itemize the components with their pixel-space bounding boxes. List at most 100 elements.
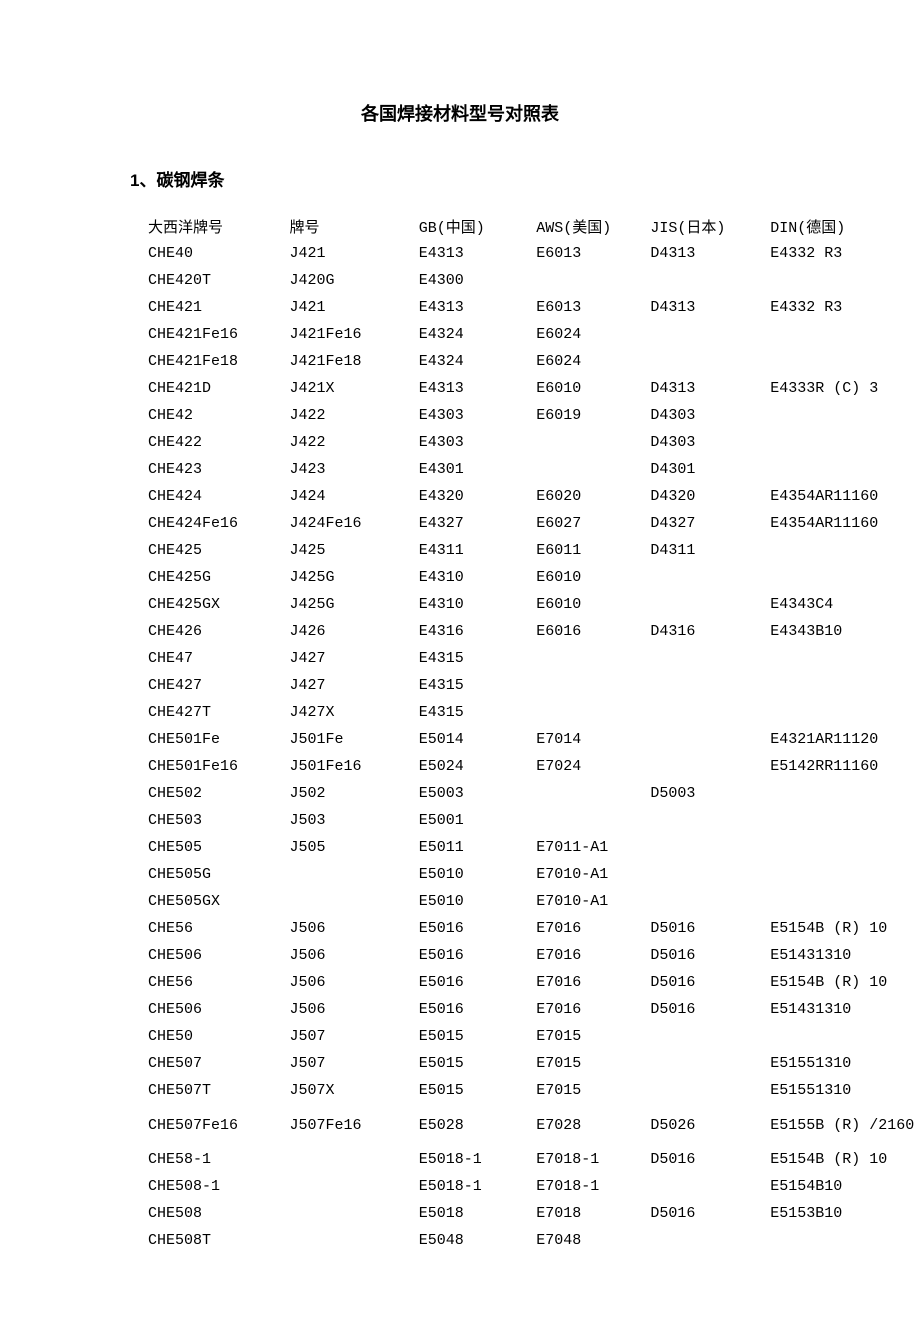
- table-cell: E5154B (R) 10: [770, 1146, 920, 1173]
- table-cell: [650, 753, 770, 780]
- table-cell: [536, 699, 650, 726]
- table-cell: [290, 861, 419, 888]
- table-cell: J421Fe16: [290, 321, 419, 348]
- table-row: CHE505GE5010E7010-A1: [148, 861, 920, 888]
- table-header-row: 大西洋牌号牌号GB(中国)AWS(美国)JIS(日本)DIN(德国): [148, 213, 920, 240]
- table-cell: E7048: [536, 1227, 650, 1254]
- table-cell: [650, 861, 770, 888]
- table-cell: [536, 672, 650, 699]
- table-cell: E4313: [419, 294, 537, 321]
- table-cell: J427: [290, 645, 419, 672]
- table-cell: D4320: [650, 483, 770, 510]
- table-cell: CHE425: [148, 537, 290, 564]
- table-cell: CHE426: [148, 618, 290, 645]
- table-cell: J420G: [290, 267, 419, 294]
- table-cell: E5015: [419, 1050, 537, 1077]
- table-cell: CHE506: [148, 996, 290, 1023]
- table-cell: CHE421Fe16: [148, 321, 290, 348]
- table-cell: [650, 726, 770, 753]
- table-cell: D5016: [650, 996, 770, 1023]
- table-cell: E4332 R3: [770, 240, 920, 267]
- table-cell: [650, 564, 770, 591]
- table-cell: E51551310: [770, 1077, 920, 1104]
- table-cell: [536, 807, 650, 834]
- table-row: CHE507TJ507XE5015E7015E51551310: [148, 1077, 920, 1104]
- table-cell: E5010: [419, 861, 537, 888]
- table-cell: D5016: [650, 942, 770, 969]
- table-cell: E6019: [536, 402, 650, 429]
- table-cell: CHE501Fe: [148, 726, 290, 753]
- table-row: CHE505J505E5011E7011-A1: [148, 834, 920, 861]
- table-cell: E4343C4: [770, 591, 920, 618]
- table-cell: CHE508T: [148, 1227, 290, 1254]
- table-cell: J422: [290, 429, 419, 456]
- table-cell: [770, 321, 920, 348]
- table-cell: [770, 1023, 920, 1050]
- table-cell: [770, 807, 920, 834]
- table-cell: J501Fe: [290, 726, 419, 753]
- table-cell: E5011: [419, 834, 537, 861]
- table-cell: E7016: [536, 942, 650, 969]
- table-cell: CHE503: [148, 807, 290, 834]
- table-cell: [770, 780, 920, 807]
- table-cell: E5015: [419, 1023, 537, 1050]
- table-row: CHE47J427E4315: [148, 645, 920, 672]
- table-cell: J506: [290, 915, 419, 942]
- table-cell: CHE505GX: [148, 888, 290, 915]
- table-cell: J421: [290, 240, 419, 267]
- table-cell: E7018-1: [536, 1173, 650, 1200]
- table-row: CHE421Fe18J421Fe18E4324E6024: [148, 348, 920, 375]
- table-cell: E5014: [419, 726, 537, 753]
- table-cell: J501Fe16: [290, 753, 419, 780]
- table-cell: [536, 645, 650, 672]
- table-cell: CHE56: [148, 915, 290, 942]
- table-cell: E7016: [536, 969, 650, 996]
- table-cell: E5154B (R) 10: [770, 969, 920, 996]
- table-cell: E4333R (C) 3: [770, 375, 920, 402]
- table-row: CHE503J503E5001: [148, 807, 920, 834]
- table-cell: CHE501Fe16: [148, 753, 290, 780]
- table-cell: [650, 1023, 770, 1050]
- table-header-cell: DIN(德国): [770, 213, 920, 240]
- table-cell: E4315: [419, 672, 537, 699]
- table-cell: CHE420T: [148, 267, 290, 294]
- table-cell: D4316: [650, 618, 770, 645]
- table-row: CHE506J506E5016E7016D5016E51431310: [148, 996, 920, 1023]
- table-cell: D4313: [650, 294, 770, 321]
- table-cell: [770, 645, 920, 672]
- table-cell: CHE507Fe16: [148, 1104, 290, 1146]
- table-header-cell: JIS(日本): [650, 213, 770, 240]
- table-cell: E6011: [536, 537, 650, 564]
- table-cell: CHE505: [148, 834, 290, 861]
- table-cell: E7010-A1: [536, 861, 650, 888]
- table-cell: J506: [290, 996, 419, 1023]
- table-cell: [770, 267, 920, 294]
- table-cell: [290, 888, 419, 915]
- page-title: 各国焊接材料型号对照表: [0, 100, 920, 126]
- table-cell: [650, 591, 770, 618]
- table-cell: D4313: [650, 240, 770, 267]
- table-cell: E7011-A1: [536, 834, 650, 861]
- table-row: CHE508E5018E7018D5016E5153B10: [148, 1200, 920, 1227]
- table-cell: CHE47: [148, 645, 290, 672]
- table-cell: CHE424: [148, 483, 290, 510]
- table-row: CHE505GXE5010E7010-A1: [148, 888, 920, 915]
- table-cell: D4301: [650, 456, 770, 483]
- table-cell: J507: [290, 1050, 419, 1077]
- table-cell: D4313: [650, 375, 770, 402]
- table-cell: D4303: [650, 429, 770, 456]
- table-cell: J505: [290, 834, 419, 861]
- table-cell: J421: [290, 294, 419, 321]
- table-cell: E6024: [536, 348, 650, 375]
- table-cell: [770, 888, 920, 915]
- table-cell: E4324: [419, 348, 537, 375]
- table-cell: CHE421: [148, 294, 290, 321]
- table-cell: [770, 537, 920, 564]
- table-cell: E5154B (R) 10: [770, 915, 920, 942]
- table-cell: CHE421D: [148, 375, 290, 402]
- table-cell: CHE421Fe18: [148, 348, 290, 375]
- table-row: CHE420TJ420GE4300: [148, 267, 920, 294]
- table-cell: E6010: [536, 564, 650, 591]
- table-row: CHE424J424E4320E6020D4320E4354AR11160: [148, 483, 920, 510]
- table-cell: E4332 R3: [770, 294, 920, 321]
